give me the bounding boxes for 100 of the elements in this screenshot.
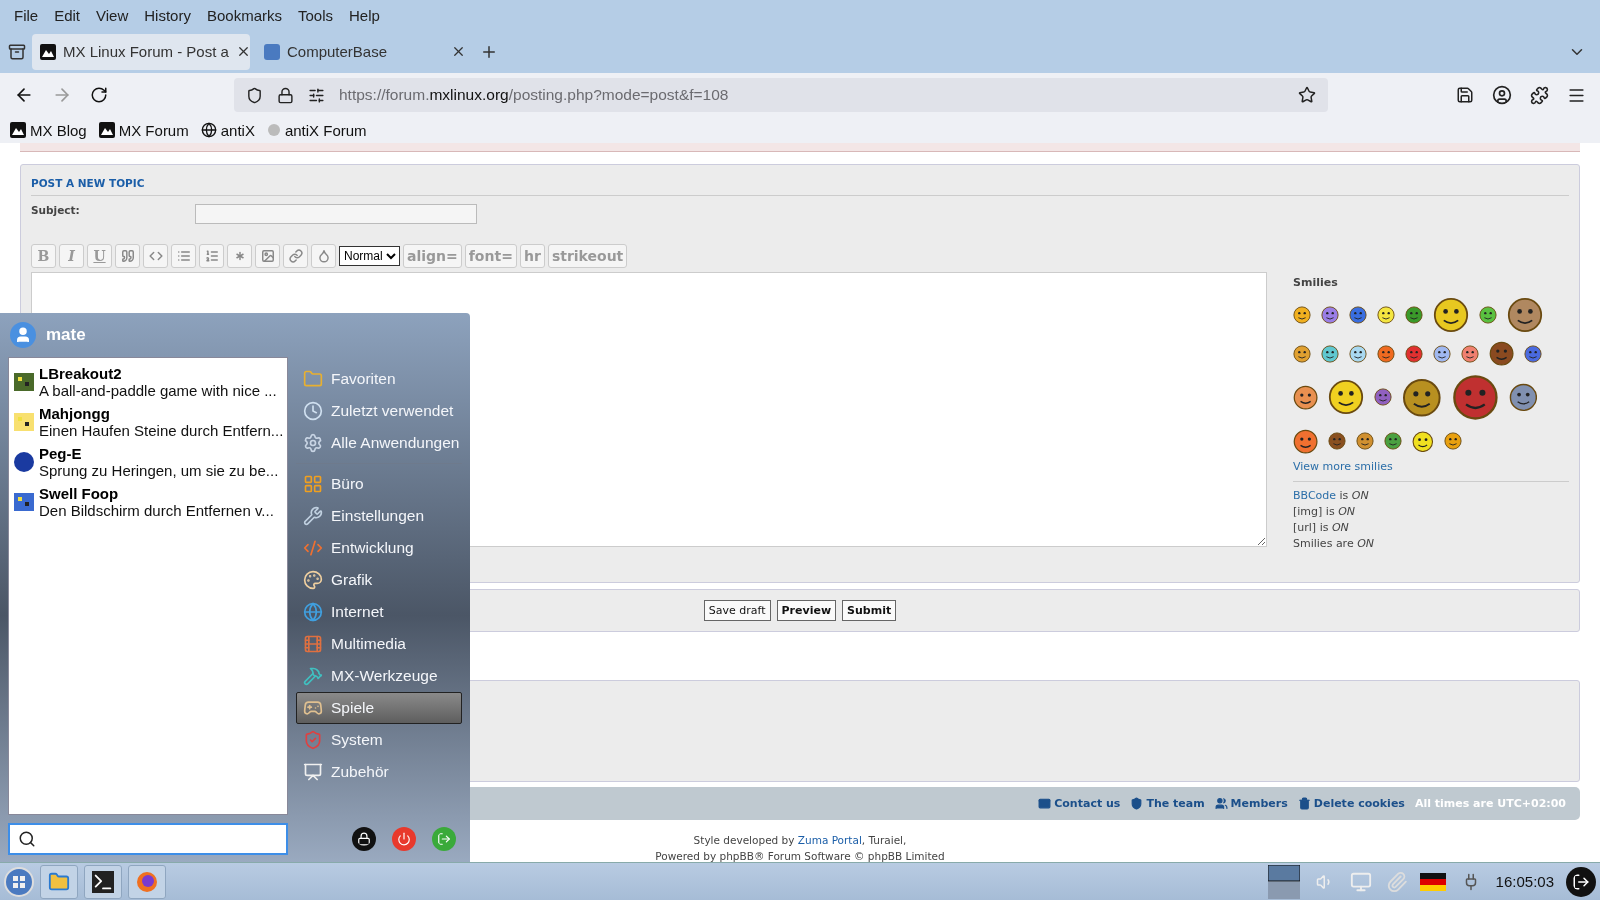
power-icon[interactable]	[392, 827, 416, 851]
clipboard-icon[interactable]	[1385, 870, 1408, 893]
form-button[interactable]: Submit	[842, 600, 897, 622]
menu-item[interactable]: History	[136, 6, 199, 24]
link-icon	[288, 248, 303, 263]
subject-field[interactable]	[195, 203, 477, 224]
code-button[interactable]	[143, 243, 168, 268]
menu-category[interactable]: MX-Werkzeuge	[296, 660, 462, 692]
clock-icon	[303, 401, 323, 421]
app-icon	[13, 371, 35, 393]
form-button[interactable]: Preview	[776, 600, 837, 622]
status-line: [url] is ON	[1293, 520, 1350, 537]
menu-category[interactable]: Büro	[296, 468, 462, 500]
app-item[interactable]: Peg-E Sprung zu Heringen, um sie zu be...	[9, 442, 287, 482]
drop-button[interactable]	[311, 243, 336, 268]
browser-icon	[136, 870, 158, 893]
menu-category[interactable]: Einstellungen	[296, 500, 462, 532]
reload-icon[interactable]	[90, 86, 108, 104]
start-button[interactable]	[4, 866, 34, 897]
browser-tab[interactable]: ComputerBase	[256, 33, 474, 70]
mx-icon	[10, 122, 26, 138]
flag-icon[interactable]	[1419, 872, 1446, 891]
folder-icon	[303, 369, 323, 389]
menu-category[interactable]: Grafik	[296, 564, 462, 596]
smiley-icon	[1443, 432, 1462, 451]
menu-item[interactable]: Bookmarks	[198, 6, 290, 24]
account-icon[interactable]	[1492, 85, 1512, 105]
menu-category[interactable]: Zuletzt verwendet	[296, 395, 462, 427]
menu-category[interactable]: Internet	[296, 596, 462, 628]
star-icon[interactable]	[1298, 86, 1316, 104]
menu-category[interactable]: Spiele	[296, 692, 462, 724]
menu-category[interactable]: Entwicklung	[296, 532, 462, 564]
footer-link[interactable]: Contact us	[1038, 796, 1121, 810]
smiley-icon	[1479, 305, 1497, 324]
app-item[interactable]: Mahjongg Einen Haufen Steine durch Entfern...	[9, 402, 287, 442]
bookmark[interactable]: antiX	[200, 121, 255, 139]
menu-item[interactable]: View	[88, 6, 137, 24]
footer-link[interactable]: Members	[1214, 796, 1288, 810]
menu-item[interactable]: Help	[341, 6, 388, 24]
smiley-icon	[1293, 344, 1311, 363]
bbcode-link[interactable]: BBCode	[1293, 489, 1337, 503]
smiley-icon	[1374, 388, 1393, 407]
files-button[interactable]	[40, 864, 78, 899]
menu-item[interactable]: File	[6, 6, 47, 24]
grid-icon	[303, 474, 323, 494]
status-line: Smilies are ON	[1293, 536, 1376, 553]
status-line: BBCode is ON	[1293, 488, 1370, 505]
extensions-icon[interactable]	[1530, 85, 1549, 105]
menu-category[interactable]: Alle Anwendungen	[296, 427, 462, 459]
credit-link[interactable]: Zuma Portal	[797, 834, 862, 846]
terminal-icon	[92, 870, 114, 893]
status-line: [img] is ON	[1293, 504, 1357, 521]
mail-icon	[1038, 796, 1052, 810]
numbered-list-button[interactable]	[199, 243, 224, 268]
quote-button[interactable]	[115, 243, 140, 268]
menu-item[interactable]: Edit	[46, 6, 89, 24]
bookmark[interactable]: MX Forum	[98, 121, 189, 139]
code-icon	[303, 538, 323, 558]
smiley-icon	[1461, 344, 1479, 363]
users-icon	[1214, 796, 1228, 810]
trash-icon	[1297, 796, 1311, 810]
search-field[interactable]	[8, 823, 288, 855]
logout-icon[interactable]	[1566, 866, 1596, 897]
asterisk-button[interactable]	[227, 243, 252, 268]
smiley-icon	[1451, 374, 1499, 421]
film-icon	[303, 634, 323, 654]
list-button[interactable]	[171, 243, 196, 268]
user-icon	[10, 322, 36, 348]
menu-item[interactable]: Tools	[290, 6, 341, 24]
link-button[interactable]	[283, 243, 308, 268]
smiley-icon	[1293, 384, 1319, 411]
image-button[interactable]	[255, 243, 280, 268]
dot-icon	[13, 451, 35, 473]
menu-category[interactable]: System	[296, 724, 462, 756]
terminal-button[interactable]	[84, 864, 122, 899]
bookmark[interactable]: MX Blog	[10, 121, 87, 139]
close-icon[interactable]	[451, 44, 466, 59]
lock-icon[interactable]	[352, 827, 376, 851]
menu-category[interactable]: Zubehör	[296, 756, 462, 788]
permissions-icon	[308, 86, 325, 104]
app-item[interactable]: Swell Foop Den Bildschirm durch Entfernen v...	[9, 482, 287, 522]
smiley-icon	[1356, 432, 1375, 451]
browser-button[interactable]	[128, 864, 166, 899]
browser-tab[interactable]: MX Linux Forum - Post a	[32, 33, 250, 70]
smiley-icon	[1433, 344, 1451, 363]
footer-link[interactable]: The team	[1130, 796, 1205, 810]
footer-link[interactable]: Delete cookies	[1297, 796, 1405, 810]
app-item[interactable]: LBreakout2 A ball-and-paddle game with nice ...	[9, 362, 287, 402]
form-button[interactable]: Save draft	[703, 600, 771, 622]
quote-icon	[120, 248, 135, 263]
menu-category[interactable]: Multimedia	[296, 628, 462, 660]
size-select[interactable]: Normal	[339, 245, 400, 266]
bookmark[interactable]: antiX Forum	[266, 121, 367, 139]
address-bar[interactable]: https://forum.mxlinux.org/posting.php?mode=post&f=108	[234, 78, 1328, 112]
workspace-icon[interactable]	[1267, 864, 1300, 899]
view-more-link[interactable]: View more smilies	[1293, 460, 1569, 483]
tab-list-icon[interactable]	[8, 42, 26, 61]
folder-icon	[48, 870, 70, 893]
smiley-icon	[1377, 305, 1395, 324]
image-icon	[260, 248, 275, 263]
